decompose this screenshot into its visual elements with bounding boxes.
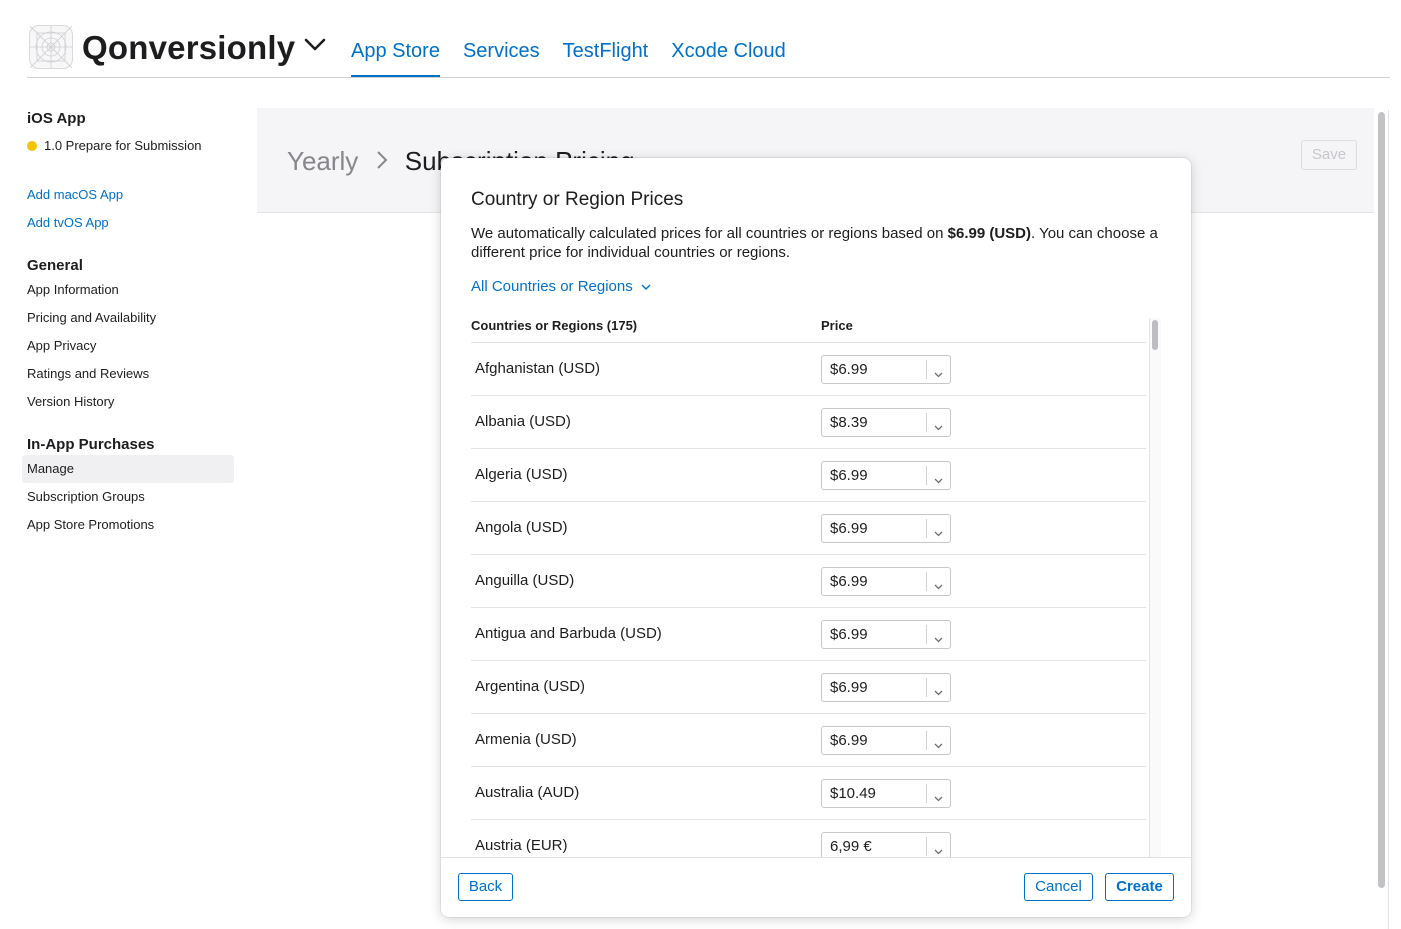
breadcrumb-parent[interactable]: Yearly — [287, 146, 358, 176]
table-row: Antigua and Barbuda (USD) $6.99 — [471, 608, 1146, 661]
sidebar-item-ratings-reviews[interactable]: Ratings and Reviews — [22, 360, 234, 388]
add-tvos-app-link[interactable]: Add tvOS App — [22, 209, 234, 237]
price-value: $6.99 — [830, 732, 868, 749]
country-name: Antigua and Barbuda (USD) — [475, 625, 662, 642]
modal-description: We automatically calculated prices for a… — [471, 225, 1158, 261]
prices-table: Afghanistan (USD) $6.99 Albania (USD) $8… — [471, 342, 1146, 858]
modal-footer: Back Cancel Create — [441, 857, 1191, 917]
sidebar-item-pricing-availability[interactable]: Pricing and Availability — [22, 304, 234, 332]
content-divider — [1388, 110, 1389, 929]
chevron-down-icon — [934, 736, 943, 754]
table-row: Anguilla (USD) $6.99 — [471, 555, 1146, 608]
chevron-down-icon — [934, 524, 943, 542]
country-name: Anguilla (USD) — [475, 572, 575, 589]
region-filter-label: All Countries or Regions — [471, 278, 633, 295]
table-row: Australia (AUD) $10.49 — [471, 767, 1146, 820]
version-status-item[interactable]: 1.0 Prepare for Submission — [22, 138, 234, 153]
country-name: Albania (USD) — [475, 413, 571, 430]
country-name: Armenia (USD) — [475, 731, 577, 748]
price-select[interactable]: $6.99 — [821, 514, 951, 543]
back-button[interactable]: Back — [458, 873, 513, 901]
price-value: $6.99 — [830, 520, 868, 537]
add-macos-app-link[interactable]: Add macOS App — [22, 181, 234, 209]
country-name: Argentina (USD) — [475, 678, 586, 695]
chevron-down-icon — [934, 789, 943, 807]
sidebar-item-app-information[interactable]: App Information — [22, 276, 234, 304]
chevron-down-icon — [934, 630, 943, 648]
chevron-down-icon[interactable] — [304, 38, 326, 57]
column-header-country: Countries or Regions (175) — [471, 318, 638, 333]
table-row: Algeria (USD) $6.99 — [471, 449, 1146, 502]
table-row: Albania (USD) $8.39 — [471, 396, 1146, 449]
price-value: 6,99 € — [830, 838, 872, 855]
price-value: $6.99 — [830, 626, 868, 643]
price-select[interactable]: $6.99 — [821, 355, 951, 384]
base-price: $6.99 (USD) — [947, 225, 1032, 242]
sidebar: iOS App 1.0 Prepare for Submission Add m… — [22, 110, 234, 539]
app-name[interactable]: Qonversionly — [82, 29, 295, 67]
sidebar-heading-in-app-purchases: In-App Purchases — [27, 436, 155, 453]
column-header-price: Price — [821, 318, 853, 333]
sidebar-item-app-store-promotions[interactable]: App Store Promotions — [22, 511, 234, 539]
price-value: $10.49 — [830, 785, 876, 802]
price-select[interactable]: $8.39 — [821, 408, 951, 437]
sidebar-item-app-privacy[interactable]: App Privacy — [22, 332, 234, 360]
country-name: Australia (AUD) — [475, 784, 580, 801]
price-value: $6.99 — [830, 573, 868, 590]
price-select[interactable]: $6.99 — [821, 726, 951, 755]
table-row: Armenia (USD) $6.99 — [471, 714, 1146, 767]
tab-app-store[interactable]: App Store — [351, 40, 440, 77]
chevron-down-icon — [934, 471, 943, 489]
country-name: Angola (USD) — [475, 519, 568, 536]
save-button[interactable]: Save — [1301, 140, 1357, 170]
price-select[interactable]: $10.49 — [821, 779, 951, 808]
country-region-prices-modal: Country or Region Prices We automaticall… — [441, 158, 1191, 917]
table-row: Angola (USD) $6.99 — [471, 502, 1146, 555]
country-name: Algeria (USD) — [475, 466, 568, 483]
chevron-down-icon — [633, 278, 651, 295]
price-select[interactable]: 6,99 € — [821, 832, 951, 858]
sidebar-heading-ios-app: iOS App — [27, 110, 86, 127]
sidebar-item-version-history[interactable]: Version History — [22, 388, 234, 416]
app-header: Qonversionly App Store Services TestFlig… — [27, 0, 1390, 78]
region-filter-dropdown[interactable]: All Countries or Regions — [471, 278, 651, 295]
version-status-label: 1.0 Prepare for Submission — [44, 138, 202, 153]
tab-services[interactable]: Services — [463, 40, 540, 77]
tab-testflight[interactable]: TestFlight — [563, 40, 649, 77]
page-scrollbar[interactable] — [1378, 112, 1385, 888]
chevron-down-icon — [934, 418, 943, 436]
country-name: Afghanistan (USD) — [475, 360, 601, 377]
chevron-down-icon — [934, 577, 943, 595]
table-row: Austria (EUR) 6,99 € — [471, 820, 1146, 858]
modal-title: Country or Region Prices — [471, 189, 684, 210]
table-scrollbar[interactable] — [1149, 318, 1161, 858]
table-row: Argentina (USD) $6.99 — [471, 661, 1146, 714]
app-icon[interactable] — [29, 25, 73, 69]
price-select[interactable]: $6.99 — [821, 673, 951, 702]
sidebar-item-subscription-groups[interactable]: Subscription Groups — [22, 483, 234, 511]
chevron-down-icon — [934, 365, 943, 383]
price-value: $8.39 — [830, 414, 868, 431]
top-nav-tabs: App Store Services TestFlight Xcode Clou… — [351, 40, 809, 77]
table-row: Afghanistan (USD) $6.99 — [471, 343, 1146, 396]
sidebar-item-manage[interactable]: Manage — [22, 455, 234, 483]
table-scrollbar-thumb[interactable] — [1152, 320, 1158, 350]
price-select[interactable]: $6.99 — [821, 620, 951, 649]
chevron-down-icon — [934, 683, 943, 701]
chevron-right-icon — [376, 146, 395, 176]
create-button[interactable]: Create — [1105, 873, 1174, 901]
country-name: Austria (EUR) — [475, 837, 568, 854]
price-select[interactable]: $6.99 — [821, 567, 951, 596]
price-select[interactable]: $6.99 — [821, 461, 951, 490]
chevron-down-icon — [934, 842, 943, 858]
price-value: $6.99 — [830, 679, 868, 696]
sidebar-heading-general: General — [27, 257, 83, 274]
cancel-button[interactable]: Cancel — [1024, 873, 1093, 901]
price-value: $6.99 — [830, 467, 868, 484]
tab-xcode-cloud[interactable]: Xcode Cloud — [671, 40, 786, 77]
price-value: $6.99 — [830, 361, 868, 378]
status-dot-icon — [27, 140, 37, 151]
